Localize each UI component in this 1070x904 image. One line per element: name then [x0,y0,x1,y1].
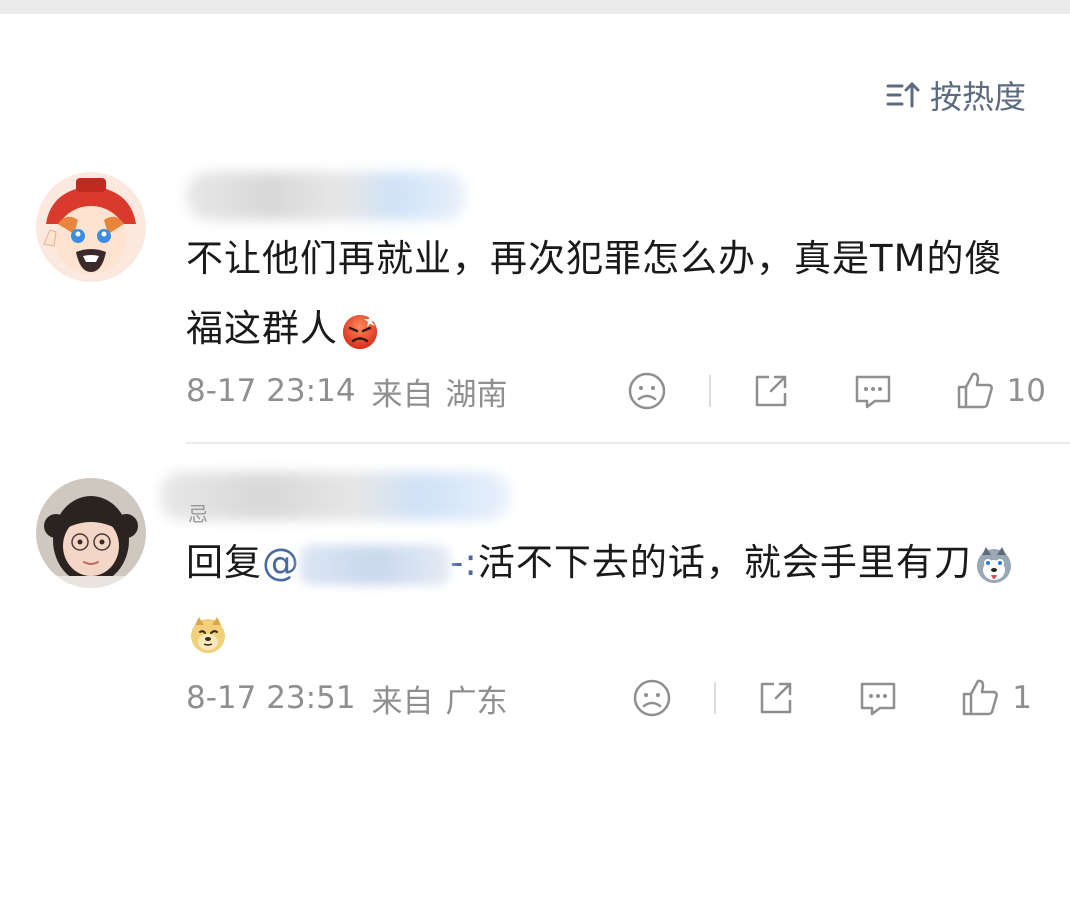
sort-icon [886,81,920,108]
comment-icon[interactable] [856,676,900,720]
comment-text: 回复@ -:活不下去的话，就会手里有刀 [186,528,1036,668]
from-label: 来自 [371,376,434,413]
avatar[interactable] [36,172,146,282]
like-button[interactable]: 1 [958,676,1032,720]
comment-meta: 8-17 23:51 来自 广东 1 [186,673,1046,723]
share-icon[interactable] [754,676,798,720]
reply-prefix: 回复 [186,541,262,584]
avatar[interactable] [36,478,146,588]
location: 湖南 [445,376,508,413]
thumbs-up-icon [957,372,993,409]
action-bar: 1 [630,673,1032,723]
like-button[interactable]: 10 [953,369,1046,413]
angry-emoji-icon [343,313,377,349]
mention-link[interactable]: @ -: [262,541,478,585]
action-bar: 10 [625,366,1046,416]
separator [708,375,711,407]
comment-time: 8-17 23:51 [186,680,356,716]
username-fragment: 忌 [188,502,208,526]
dislike-face-icon[interactable] [625,369,669,413]
username-blurred[interactable] [186,172,466,220]
status-strip [0,0,1070,14]
comment-icon[interactable] [851,369,895,413]
husky-emoji-icon [976,546,1011,583]
share-icon[interactable] [749,369,793,413]
comment-text: 不让他们再就业，再次犯罪怎么办，真是TM的傻福这群人 [186,237,1003,350]
dislike-face-icon[interactable] [630,676,674,720]
sort-label: 按热度 [929,78,1026,116]
comment-time: 8-17 23:14 [186,373,356,409]
sort-by-hot-button[interactable]: 按热度 [886,72,1026,118]
username-blurred[interactable] [160,472,510,520]
doge-emoji-icon [191,616,225,653]
location: 广东 [445,683,508,720]
separator [714,682,717,714]
divider [186,442,1070,444]
like-count: 1 [1012,680,1032,716]
like-count: 10 [1006,373,1046,409]
thumbs-up-icon [963,679,999,716]
from-label: 来自 [371,683,434,720]
comment-meta: 8-17 23:14 来自 湖南 10 [186,366,1046,416]
